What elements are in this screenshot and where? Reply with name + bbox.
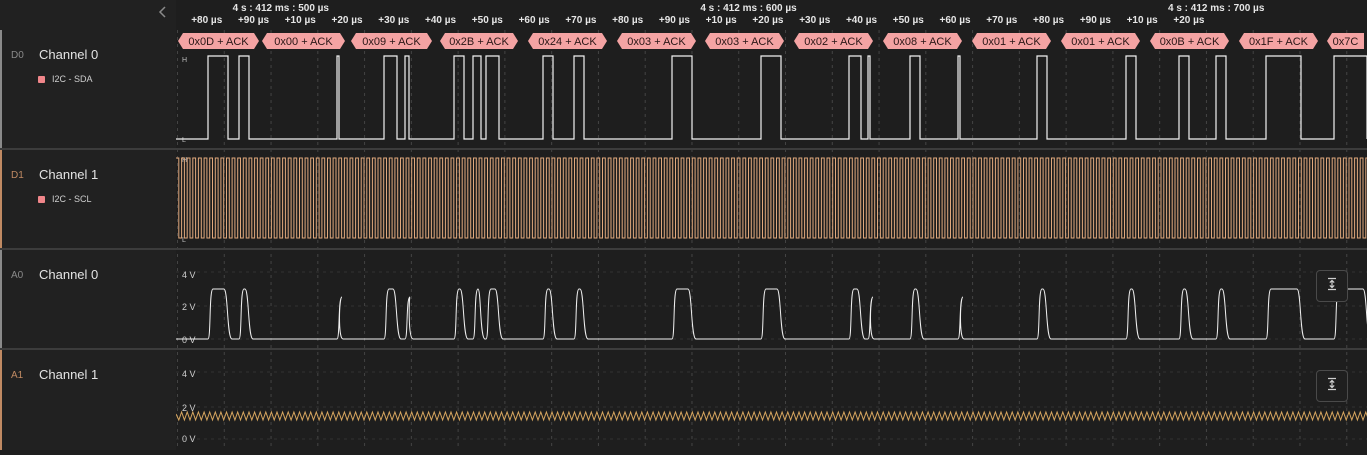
time-tick-label: +20 µs bbox=[1173, 15, 1205, 26]
level-low-label: L bbox=[182, 137, 186, 144]
decode-frame-label: 0x02 + ACK bbox=[804, 36, 863, 48]
level-high-label: H bbox=[182, 57, 187, 64]
channel-divider bbox=[0, 248, 1367, 250]
time-tick-label: +50 µs bbox=[893, 15, 925, 26]
channel-name[interactable]: Channel 0 bbox=[39, 47, 98, 62]
decode-frame-label: 0x03 + ACK bbox=[627, 36, 686, 48]
analyzer-name: I2C - SDA bbox=[52, 74, 93, 84]
channel-color-stripe bbox=[0, 30, 2, 148]
time-tick-label: +50 µs bbox=[472, 15, 504, 26]
decode-frame-label: 0x01 + ACK bbox=[982, 36, 1041, 48]
time-tick-label: +20 µs bbox=[332, 15, 364, 26]
channel-color-stripe bbox=[0, 150, 2, 248]
time-tick-label: +90 µs bbox=[1080, 15, 1112, 26]
channel-name[interactable]: Channel 1 bbox=[39, 167, 98, 182]
analyzer-label: I2C - SDA bbox=[38, 74, 93, 84]
analyzer-color-swatch bbox=[38, 195, 45, 203]
decode-frame-label: 0x01 + ACK bbox=[1071, 36, 1130, 48]
decode-frame-label: 0x03 + ACK bbox=[715, 36, 774, 48]
decode-frame-label: 0x00 + ACK bbox=[274, 36, 333, 48]
channel-divider bbox=[0, 348, 1367, 350]
time-major-label: 4 s : 412 ms : 600 µs bbox=[700, 3, 797, 14]
analyzer-label: I2C - SCL bbox=[38, 194, 92, 204]
channel-color-stripe bbox=[0, 350, 2, 450]
time-tick-label: +90 µs bbox=[238, 15, 270, 26]
time-tick-label: +10 µs bbox=[706, 15, 738, 26]
decode-frame-label: 0x7C bbox=[1333, 36, 1359, 48]
waveform-canvas[interactable]: +80 µs +90 µs +10 µs +20 µs +30 µs +40 µs +50 … bbox=[175, 0, 1367, 450]
decode-frame-label: 0x0D + ACK bbox=[188, 36, 249, 48]
channel-color-stripe bbox=[0, 250, 2, 348]
decode-frame-label: 0x24 + ACK bbox=[538, 36, 597, 48]
time-tick-label: +60 µs bbox=[519, 15, 551, 26]
autoscale-button-a1[interactable] bbox=[1316, 370, 1348, 402]
time-tick-label: +70 µs bbox=[986, 15, 1018, 26]
decode-frame-label: 0x0B + ACK bbox=[1160, 36, 1220, 48]
voltage-axis-label: 4 V bbox=[182, 369, 196, 379]
time-tick-label: +10 µs bbox=[1127, 15, 1159, 26]
time-tick-label: +40 µs bbox=[846, 15, 878, 26]
time-tick-label: +70 µs bbox=[565, 15, 597, 26]
time-tick-label: +40 µs bbox=[425, 15, 457, 26]
channel-divider bbox=[0, 148, 1367, 150]
channel-name[interactable]: Channel 1 bbox=[39, 367, 98, 382]
a0-analog-trace bbox=[176, 288, 1367, 340]
a1-analog-trace bbox=[175, 410, 1367, 422]
channel-name[interactable]: Channel 0 bbox=[39, 267, 98, 282]
time-tick-label: +80 µs bbox=[612, 15, 644, 26]
voltage-axis-label: 2 V bbox=[182, 403, 196, 413]
decode-frame-label: 0x1F + ACK bbox=[1249, 36, 1309, 48]
voltage-axis-label: 2 V bbox=[182, 302, 196, 312]
sda-digital-trace bbox=[176, 55, 1367, 140]
voltage-axis-label: 0 V bbox=[182, 335, 196, 345]
waveform-view[interactable]: +80 µs +90 µs +10 µs +20 µs +30 µs +40 µs +50 … bbox=[175, 0, 1367, 450]
autoscale-button-a0[interactable] bbox=[1316, 270, 1348, 302]
time-tick-label: +30 µs bbox=[378, 15, 410, 26]
channel-id: A0 bbox=[11, 270, 24, 281]
channel-id: A1 bbox=[11, 370, 24, 381]
chevron-left-icon bbox=[158, 5, 168, 23]
decode-frame-label: 0x09 + ACK bbox=[362, 36, 421, 48]
time-tick-label: +60 µs bbox=[940, 15, 972, 26]
decode-frame-label: 0x08 + ACK bbox=[893, 36, 952, 48]
voltage-axis-label: 0 V bbox=[182, 434, 196, 444]
time-tick-label: +80 µs bbox=[1033, 15, 1065, 26]
time-tick-label: +20 µs bbox=[752, 15, 784, 26]
decode-frame-label: 0x2B + ACK bbox=[449, 36, 509, 48]
scl-digital-trace bbox=[176, 157, 1367, 239]
channel-row-a0[interactable]: A0 Channel 0 bbox=[0, 250, 176, 348]
time-major-label: 4 s : 412 ms : 700 µs bbox=[1168, 3, 1265, 14]
channel-row-d0[interactable]: D0 Channel 0 I2C - SDA bbox=[0, 30, 176, 148]
vertical-autoscale-icon bbox=[1325, 377, 1339, 396]
time-tick-label: +90 µs bbox=[659, 15, 691, 26]
channel-id: D0 bbox=[11, 50, 24, 61]
channel-row-a1[interactable]: A1 Channel 1 bbox=[0, 350, 176, 450]
analyzer-name: I2C - SCL bbox=[52, 194, 92, 204]
channel-row-d1[interactable]: D1 Channel 1 I2C - SCL bbox=[0, 150, 176, 248]
time-tick-label: +80 µs bbox=[191, 15, 223, 26]
logic-analyzer-app: D0 Channel 0 I2C - SDA D1 Channel 1 I2C … bbox=[0, 0, 1367, 450]
time-tick-label: +10 µs bbox=[285, 15, 317, 26]
voltage-axis-label: 4 V bbox=[182, 270, 196, 280]
channel-sidebar: D0 Channel 0 I2C - SDA D1 Channel 1 I2C … bbox=[0, 0, 176, 450]
vertical-autoscale-icon bbox=[1325, 277, 1339, 296]
analyzer-color-swatch bbox=[38, 75, 45, 83]
channel-id: D1 bbox=[11, 170, 24, 181]
collapse-sidebar-button[interactable] bbox=[154, 4, 172, 24]
time-tick-label: +30 µs bbox=[799, 15, 831, 26]
time-major-label: 4 s : 412 ms : 500 µs bbox=[233, 3, 330, 14]
